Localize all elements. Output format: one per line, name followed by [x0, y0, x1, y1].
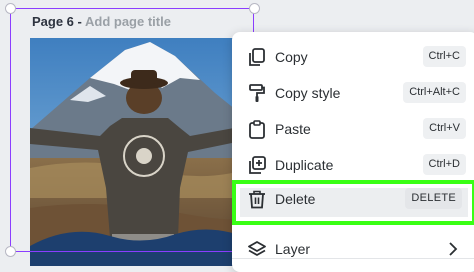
menu-item-copy[interactable]: Copy Ctrl+C: [232, 40, 474, 74]
context-menu: Copy Ctrl+C Copy style Ctrl+Alt+C Paste …: [232, 32, 474, 272]
selection-frame: [10, 8, 254, 252]
menu-item-layer[interactable]: Layer: [232, 232, 474, 266]
layers-icon: [248, 241, 266, 256]
menu-item-label: Copy style: [275, 85, 341, 101]
shortcut-badge: DELETE: [405, 188, 462, 209]
menu-item-duplicate[interactable]: Duplicate Ctrl+D: [232, 148, 474, 182]
duplicate-icon: [249, 156, 266, 174]
menu-item-label: Copy: [275, 49, 308, 65]
resize-handle-top-right[interactable]: [249, 3, 260, 14]
menu-item-label: Paste: [275, 121, 311, 137]
menu-item-label: Delete: [275, 191, 316, 207]
clipboard-icon: [249, 120, 265, 139]
shortcut-badge: Ctrl+C: [422, 46, 466, 67]
chevron-right-icon: [449, 242, 458, 256]
menu-item-label: Layer: [275, 241, 311, 257]
resize-handle-bottom-left[interactable]: [5, 246, 16, 257]
menu-item-copy-style[interactable]: Copy style Ctrl+Alt+C: [232, 76, 474, 110]
menu-item-delete[interactable]: Delete DELETE: [232, 182, 474, 216]
trash-icon: [249, 190, 265, 209]
resize-handle-top-left[interactable]: [5, 3, 16, 14]
shortcut-badge: Ctrl+D: [422, 154, 466, 175]
menu-item-label: Duplicate: [275, 157, 334, 173]
paint-roller-icon: [249, 84, 265, 102]
copy-icon: [249, 48, 265, 66]
menu-item-paste[interactable]: Paste Ctrl+V: [232, 112, 474, 146]
shortcut-badge: Ctrl+V: [423, 118, 466, 139]
shortcut-badge: Ctrl+Alt+C: [403, 82, 466, 103]
